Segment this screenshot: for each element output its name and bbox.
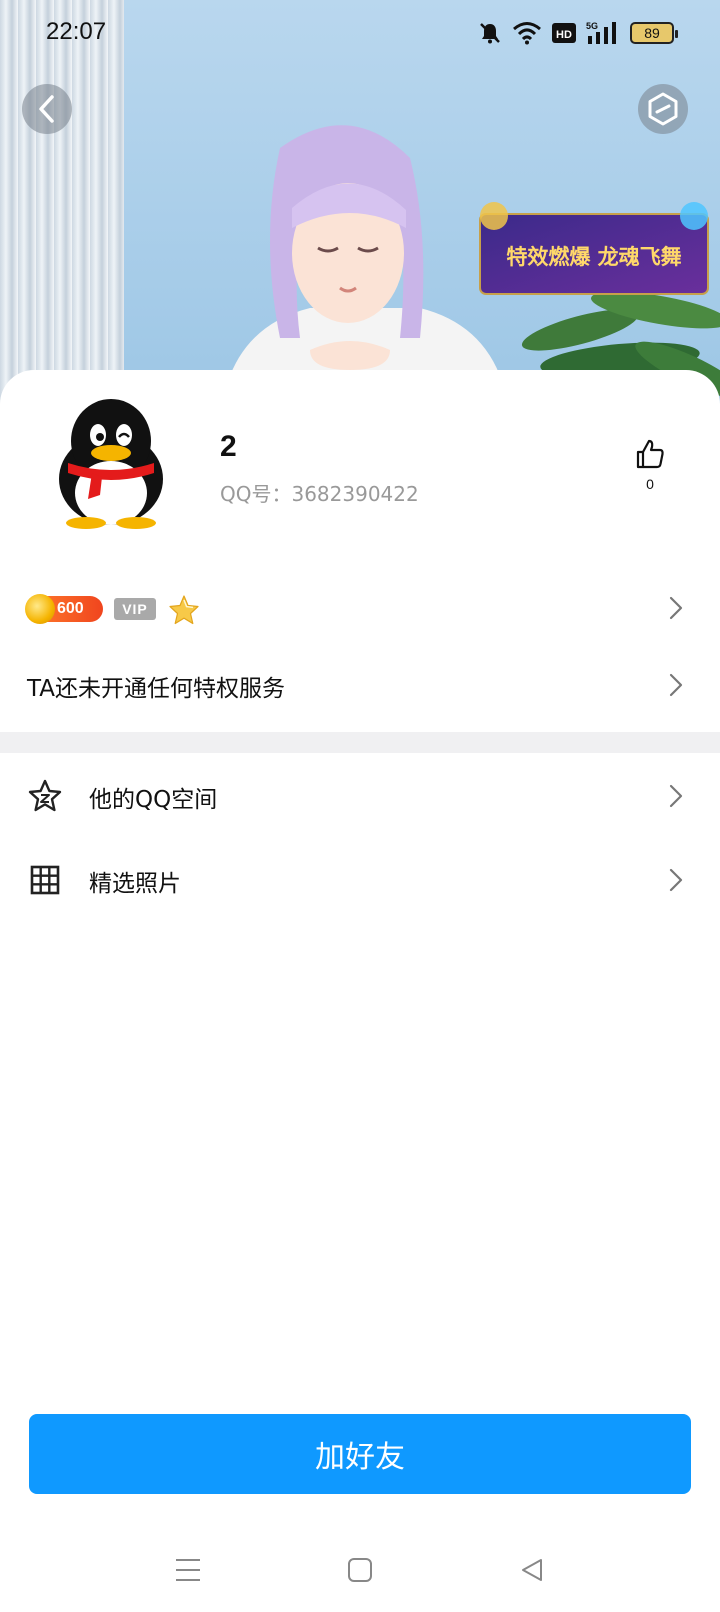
coin-value: 600 [57,600,84,617]
coin-badge: 600 [25,594,103,624]
status-time: 22:07 [46,18,107,45]
like-button[interactable]: 0 [630,438,670,492]
like-count: 0 [646,476,654,492]
avatar[interactable] [48,395,174,529]
thumbs-up-icon [636,439,664,469]
wifi-icon [513,22,541,45]
qq-number: QQ号：3682390422 [220,478,419,507]
menu-lines-icon [176,1559,200,1581]
star-level-icon [169,595,199,625]
menu-item-photos[interactable]: 精选照片 [0,840,720,920]
menu-label-qzone: 他的QQ空间 [89,787,218,813]
battery-level: 89 [644,25,660,41]
badges-row[interactable]: 600 VIP [0,568,720,648]
privilege-text: TA还未开通任何特权服务 [27,676,285,702]
chevron-right-icon [669,596,683,620]
hexagon-icon [648,92,678,126]
qq-number-value: 3682390422 [291,482,419,506]
back-button[interactable] [22,84,72,134]
chevron-right-icon [669,868,683,892]
promo-banner-art: 特效燃爆 龙魂飞舞 [479,202,709,295]
svg-text:5G: 5G [586,21,598,31]
bell-off-icon [480,23,500,44]
menu-label-photos: 精选照片 [89,871,181,897]
system-nav-bar [0,1530,720,1612]
triangle-back-icon [522,1559,542,1581]
nav-menu-button[interactable] [168,1550,208,1590]
nav-home-button[interactable] [340,1550,380,1590]
qq-label: QQ号： [220,482,292,506]
battery-icon: 89 [630,22,678,44]
square-home-icon [348,1558,372,1582]
vip-badge: VIP [114,598,156,620]
chevron-right-icon [669,784,683,808]
menu-item-qzone[interactable]: 他的QQ空间 [0,756,720,836]
hd-icon: HD [552,23,576,43]
promo-banner-text: 特效燃爆 龙魂飞舞 [506,245,681,269]
chevron-right-icon [669,673,683,697]
grid-icon [30,865,60,895]
signal-5g-icon: 5G [586,21,616,44]
nav-back-button[interactable] [512,1550,552,1590]
status-icons: HD 5G 89 [478,18,678,48]
coin-icon [25,594,55,624]
chevron-left-icon [39,95,54,123]
profile-name: 2 [220,430,237,463]
status-bar: 22:07 HD 5G 89 [0,0,720,64]
section-divider [0,732,720,753]
star-outline-icon [28,779,62,812]
promo-banner[interactable]: 特效燃爆 龙魂飞舞 [476,200,712,304]
more-button[interactable] [638,84,688,134]
add-friend-button[interactable]: 加好友 [29,1414,691,1494]
svg-text:HD: HD [556,29,572,41]
privilege-row[interactable]: TA还未开通任何特权服务 [0,645,720,725]
profile-cover: 22:07 HD 5G 89 特效燃爆 龙魂飞舞 [0,0,720,420]
